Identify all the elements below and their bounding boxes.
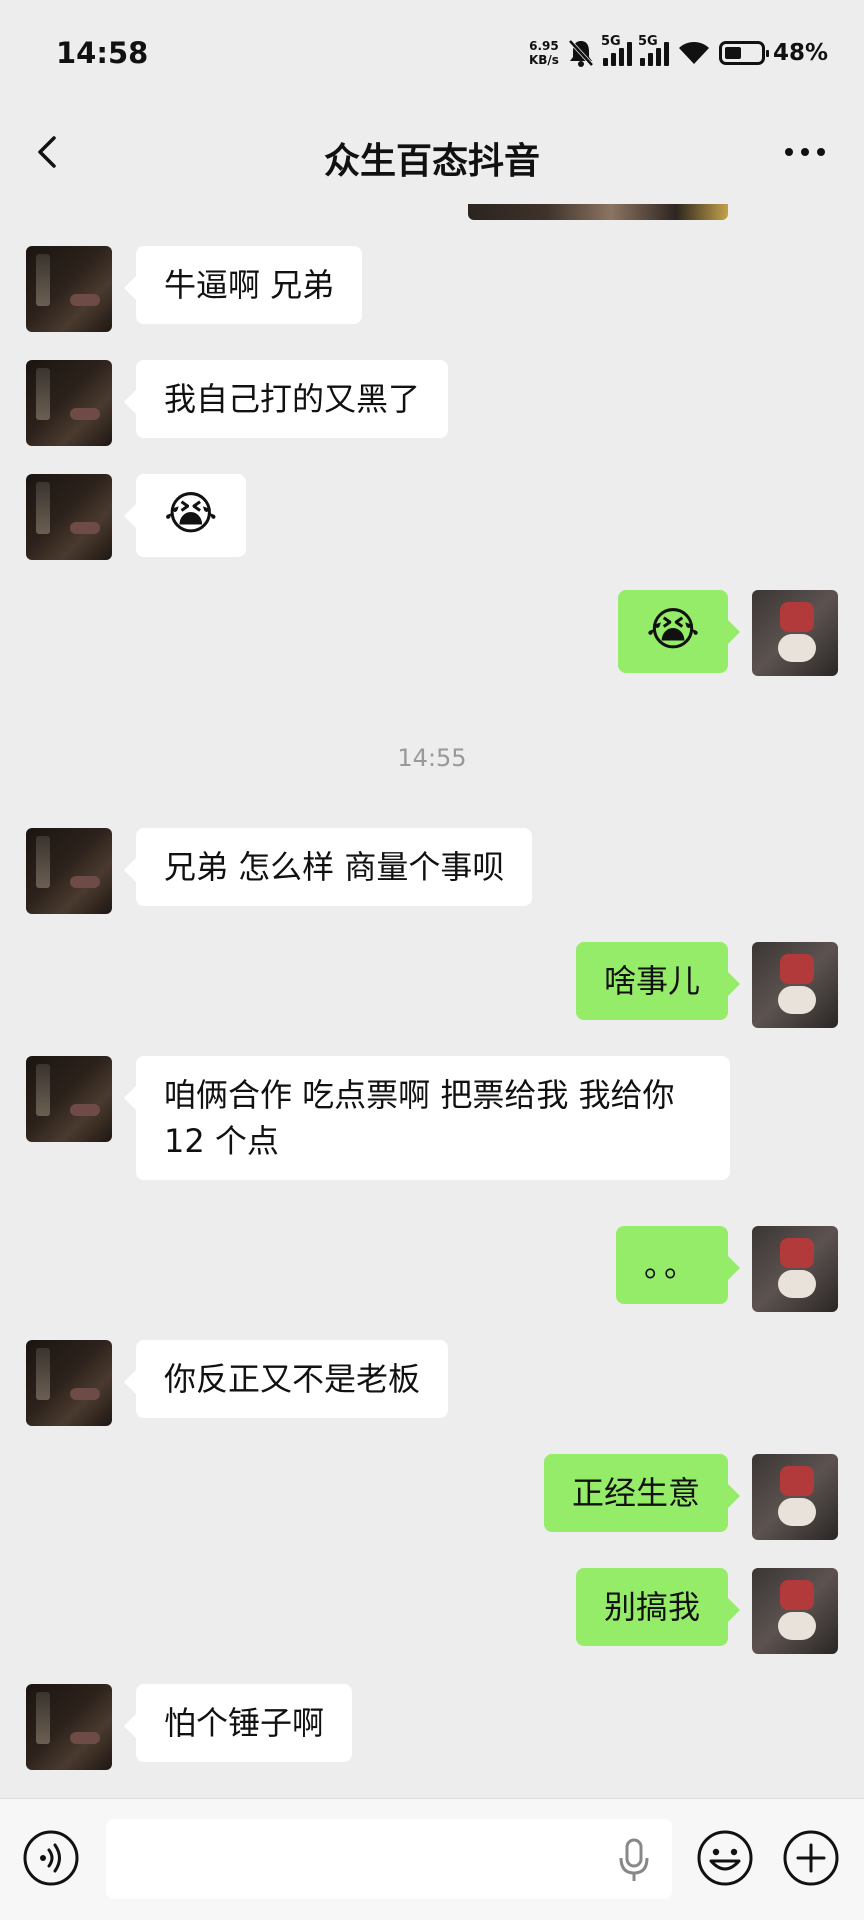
message-row: 。。 xyxy=(0,1226,864,1312)
message-bubble-outgoing[interactable]: 别搞我 xyxy=(575,1568,741,1646)
message-bubble-outgoing[interactable]: 😭 xyxy=(618,590,740,673)
message-bubble-incoming[interactable]: 你反正又不是老板 xyxy=(123,1340,449,1418)
crying-emoji: 😭 xyxy=(646,602,700,656)
message-row: 咱俩合作 吃点票啊 把票给我 我给你 12 个点 xyxy=(0,1056,864,1200)
network-speed: 6.95 KB/s xyxy=(529,39,559,67)
message-bubble-incoming[interactable]: 咱俩合作 吃点票啊 把票给我 我给你 12 个点 xyxy=(124,1056,730,1180)
contact-avatar[interactable] xyxy=(26,1340,112,1426)
message-row: 怕个锤子啊 xyxy=(0,1684,864,1770)
signal-icon: 5G xyxy=(638,34,669,66)
plus-circle-icon[interactable] xyxy=(782,1829,840,1887)
wifi-icon xyxy=(678,42,709,64)
my-avatar[interactable] xyxy=(752,1568,838,1654)
chat-header: 众生百态抖音 xyxy=(0,110,864,196)
message-row: 你反正又不是老板 xyxy=(0,1340,864,1426)
status-time: 14:58 xyxy=(56,36,149,70)
signal-1-label: 5G xyxy=(600,34,621,49)
signal-2-label: 5G xyxy=(637,34,658,49)
message-row: 牛逼啊 兄弟 xyxy=(0,246,864,332)
contact-avatar[interactable] xyxy=(26,1056,112,1142)
message-row: 正经生意 xyxy=(0,1454,864,1540)
message-row: 我自己打的又黑了 xyxy=(0,360,864,446)
contact-avatar[interactable] xyxy=(26,360,112,446)
my-avatar[interactable] xyxy=(752,1226,838,1312)
battery-percent: 48% xyxy=(772,40,828,66)
microphone-icon[interactable] xyxy=(614,1837,654,1883)
message-timestamp: 14:55 xyxy=(397,744,467,772)
contact-avatar[interactable] xyxy=(26,1684,112,1770)
contact-avatar[interactable] xyxy=(26,246,112,332)
battery-icon xyxy=(718,41,769,65)
message-row: 😭 xyxy=(0,474,864,560)
mute-bell-icon xyxy=(568,39,594,67)
emoji-face-icon[interactable] xyxy=(696,1829,754,1887)
message-bubble-outgoing[interactable]: 啥事儿 xyxy=(575,942,741,1020)
message-row: 别搞我 xyxy=(0,1568,864,1654)
status-bar: 14:58 6.95 KB/s 5G 5G 48% xyxy=(0,0,864,100)
more-dots-icon[interactable] xyxy=(780,130,830,174)
battery-fill xyxy=(724,47,742,59)
message-row: 兄弟 怎么样 商量个事呗 xyxy=(0,828,864,914)
voice-mode-icon[interactable] xyxy=(22,1829,80,1887)
network-speed-value: 6.95 xyxy=(529,39,559,53)
message-bubble-outgoing[interactable]: 正经生意 xyxy=(543,1454,741,1532)
my-avatar[interactable] xyxy=(752,1454,838,1540)
contact-avatar[interactable] xyxy=(26,828,112,914)
message-bubble-incoming[interactable]: 怕个锤子啊 xyxy=(123,1684,353,1762)
status-icons: 6.95 KB/s 5G 5G 48% xyxy=(529,34,828,72)
message-row: 啥事儿 xyxy=(0,942,864,1028)
message-bubble-incoming[interactable]: 兄弟 怎么样 商量个事呗 xyxy=(123,828,533,906)
crying-emoji: 😭 xyxy=(164,486,218,540)
network-speed-unit: KB/s xyxy=(528,53,559,67)
message-row: 😭 xyxy=(0,590,864,676)
contact-avatar[interactable] xyxy=(26,474,112,560)
chat-input-bar xyxy=(0,1798,864,1920)
message-bubble-incoming[interactable]: 牛逼啊 兄弟 xyxy=(123,246,363,324)
message-bubble-incoming[interactable]: 我自己打的又黑了 xyxy=(123,360,449,438)
message-bubble-incoming[interactable]: 😭 xyxy=(124,474,246,557)
message-bubble-outgoing[interactable]: 。。 xyxy=(615,1226,741,1304)
signal-icon: 5G xyxy=(601,34,632,66)
image-message-peek[interactable] xyxy=(468,204,728,220)
my-avatar[interactable] xyxy=(752,942,838,1028)
message-input[interactable] xyxy=(106,1819,672,1899)
my-avatar[interactable] xyxy=(752,590,838,676)
chat-title: 众生百态抖音 xyxy=(323,141,540,182)
